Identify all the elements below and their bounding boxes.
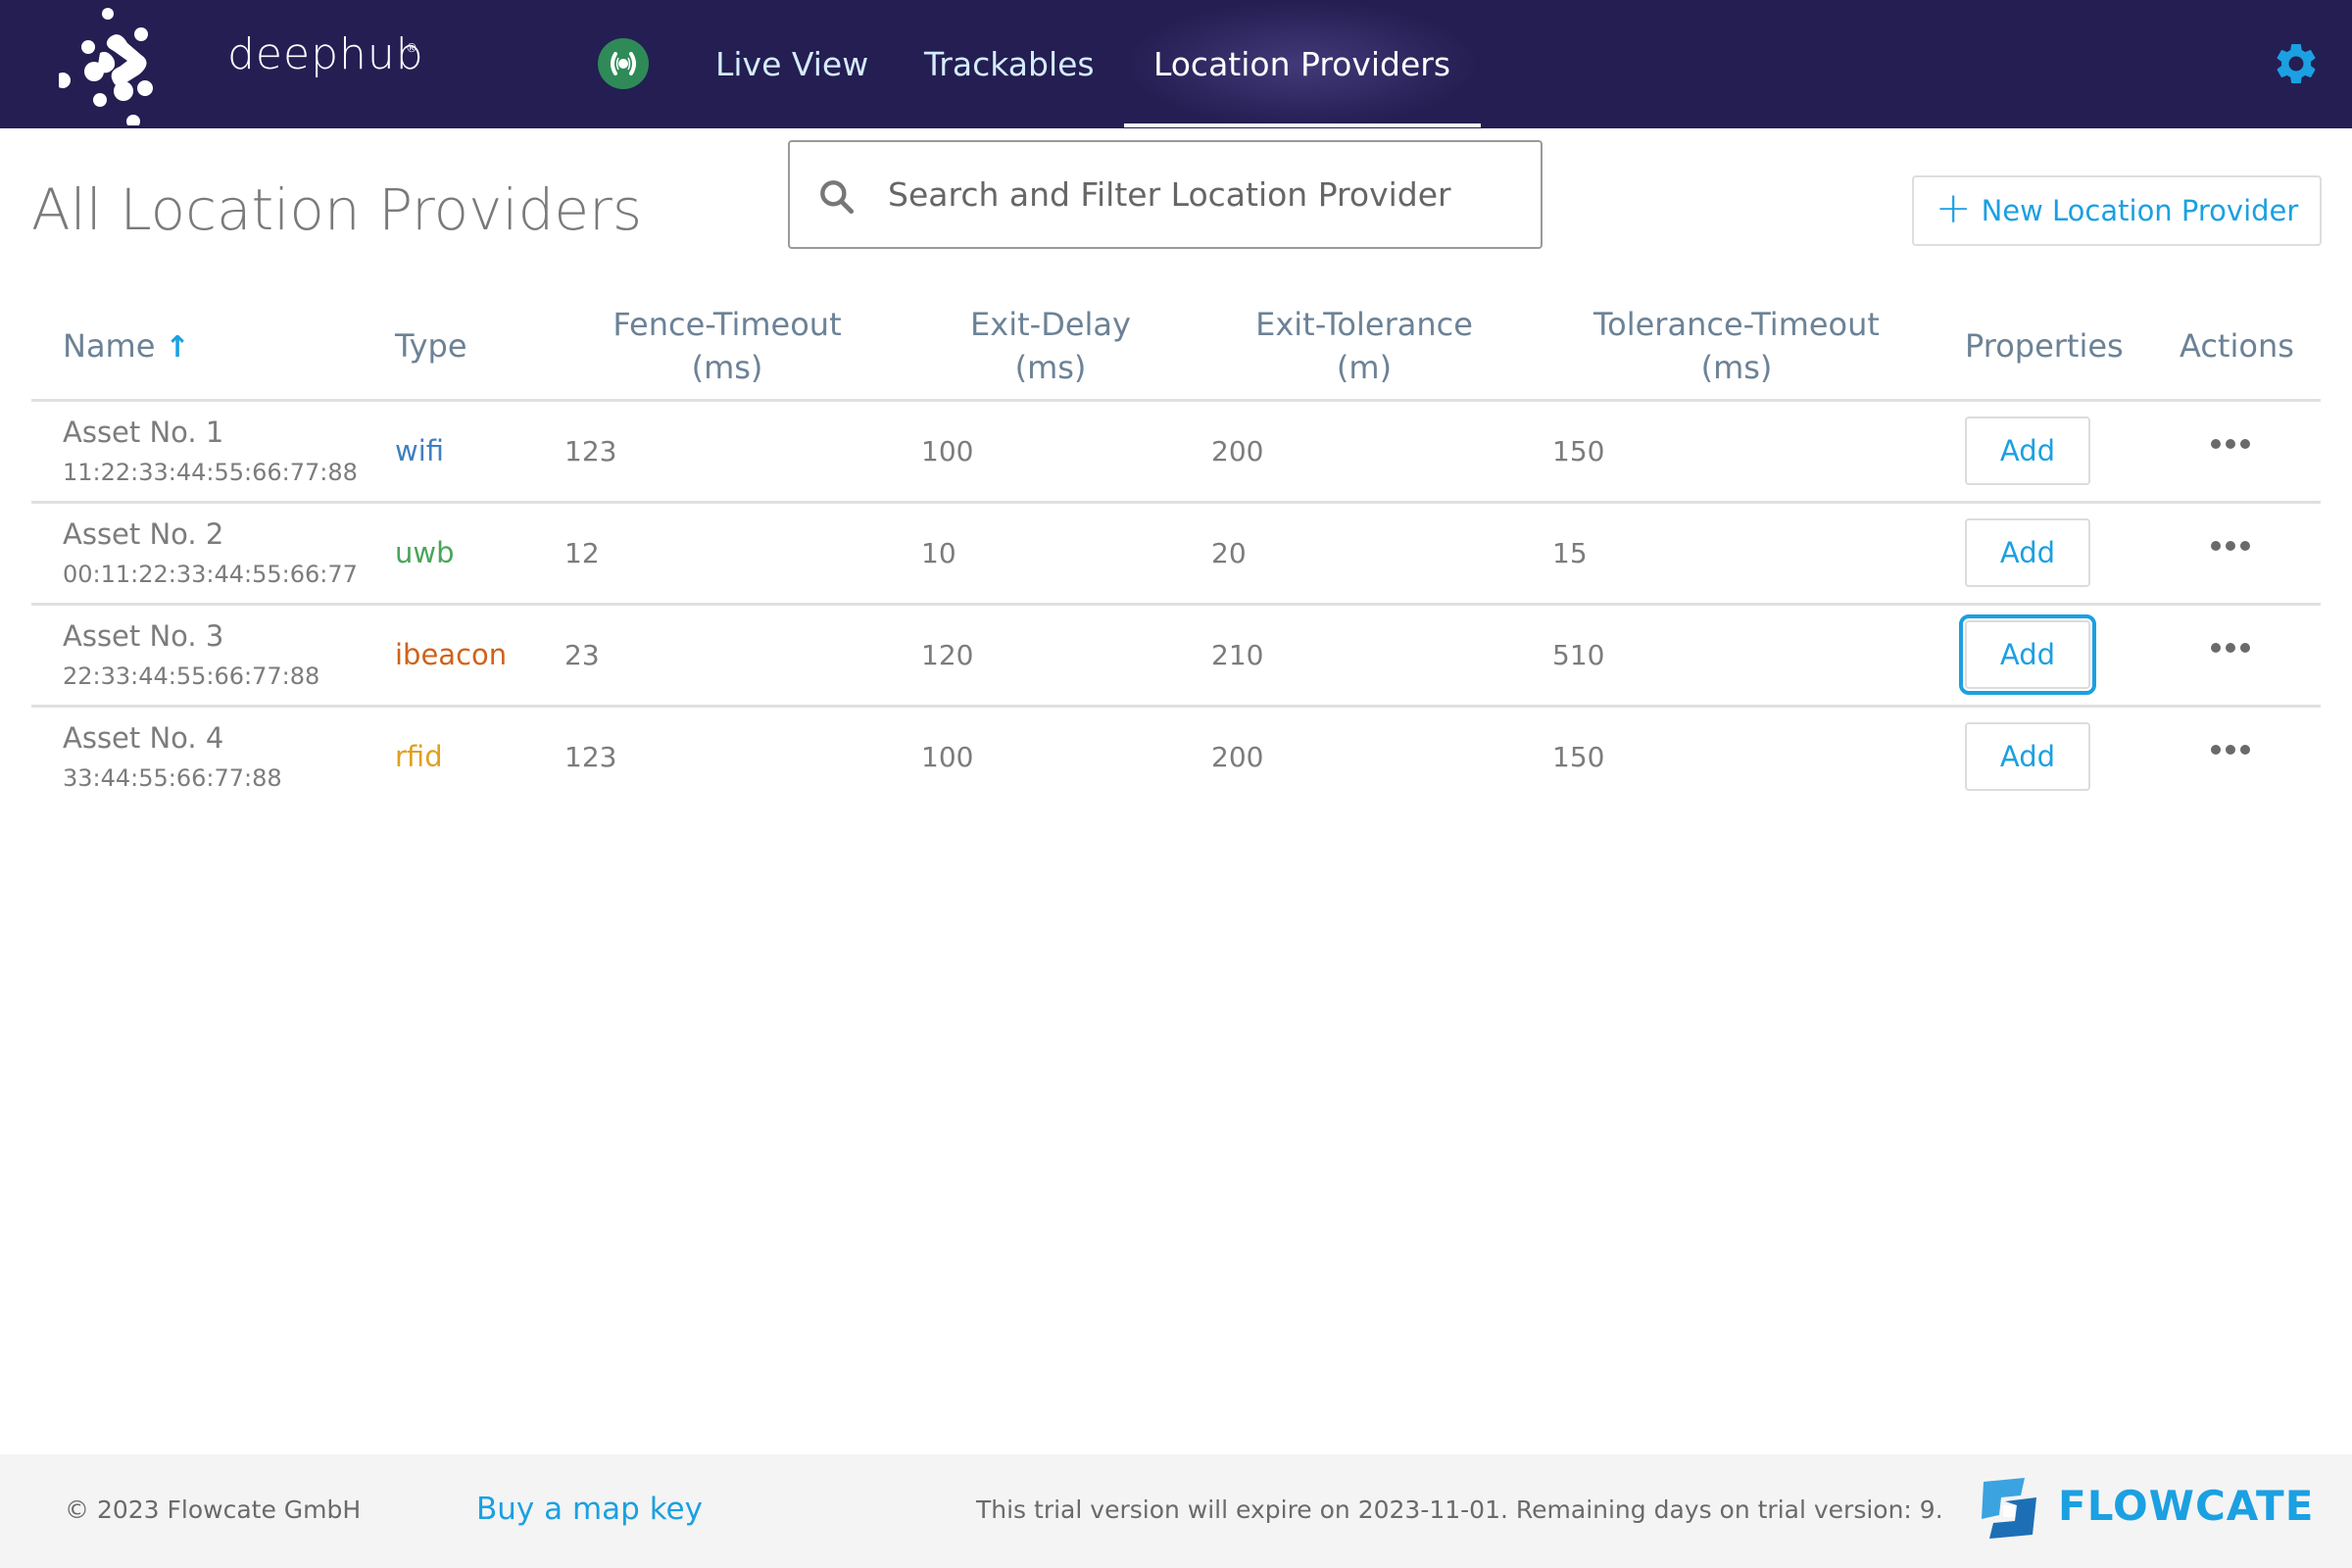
provider-type: uwb (395, 536, 455, 569)
column-header-fence-timeout[interactable]: Fence-Timeout (ms) (561, 303, 894, 389)
table-row[interactable]: Asset No. 3 22:33:44:55:66:77:88 ibeacon 23… (31, 606, 2321, 708)
deephub-logo[interactable]: deephub ® (55, 4, 423, 128)
tolerance-timeout-unit: (ms) (1700, 349, 1773, 386)
column-header-properties: Properties (1965, 327, 2124, 365)
plus-icon: + (1935, 183, 1972, 233)
add-properties-button[interactable]: Add (1959, 614, 2096, 695)
location-providers-table: Name ↑ Type Fence-Timeout (ms) Exit-Delay… (31, 294, 2321, 809)
column-header-actions: Actions (2180, 327, 2294, 365)
top-nav-bar: deephub ® Live View Trackables Location … (0, 0, 2352, 128)
nav-location-providers[interactable]: Location Providers (1123, 0, 1481, 128)
column-header-exit-tolerance[interactable]: Exit-Tolerance (m) (1188, 303, 1541, 389)
tolerance-timeout-value: 150 (1552, 741, 1605, 773)
exit-delay-value: 100 (921, 741, 974, 773)
fence-timeout-value: 123 (564, 435, 617, 467)
copyright-text: © 2023 Flowcate GmbH (65, 1495, 362, 1524)
trial-notice: This trial version will expire on 2023-1… (976, 1495, 1943, 1524)
search-icon (820, 180, 855, 215)
more-actions-icon[interactable] (2207, 431, 2254, 457)
fence-timeout-value: 123 (564, 741, 617, 773)
provider-id: 00:11:22:33:44:55:66:77 (63, 561, 358, 588)
footer: © 2023 Flowcate GmbH Buy a map key This … (0, 1454, 2352, 1568)
search-box[interactable] (788, 140, 1543, 249)
provider-type: ibeacon (395, 638, 508, 671)
exit-tolerance-value: 210 (1211, 639, 1264, 671)
nav-trackables[interactable]: Trackables (924, 0, 1095, 128)
exit-tolerance-value: 200 (1211, 435, 1264, 467)
add-properties-button[interactable]: Add (1965, 722, 2090, 791)
fence-timeout-label: Fence-Timeout (612, 306, 842, 343)
sort-ascending-icon: ↑ (165, 330, 190, 365)
exit-tolerance-value: 20 (1211, 537, 1247, 569)
exit-delay-value: 120 (921, 639, 974, 671)
tolerance-timeout-label: Tolerance-Timeout (1593, 306, 1880, 343)
provider-type: wifi (395, 434, 445, 467)
exit-tolerance-value: 200 (1211, 741, 1264, 773)
column-header-type[interactable]: Type (395, 324, 467, 368)
broadcast-icon[interactable] (598, 38, 649, 89)
app: deephub ® Live View Trackables Location … (0, 0, 2352, 1568)
buy-map-key-link[interactable]: Buy a map key (476, 1492, 703, 1527)
add-properties-button[interactable]: Add (1965, 416, 2090, 485)
more-actions-icon[interactable] (2207, 533, 2254, 559)
registered-mark: ® (406, 41, 417, 55)
exit-delay-value: 100 (921, 435, 974, 467)
table-row[interactable]: Asset No. 2 00:11:22:33:44:55:66:77 uwb 12 1… (31, 504, 2321, 606)
provider-name: Asset No. 4 (63, 721, 224, 755)
fence-timeout-unit: (ms) (691, 349, 763, 386)
exit-delay-value: 10 (921, 537, 956, 569)
provider-id: 33:44:55:66:77:88 (63, 764, 282, 792)
table-row[interactable]: Asset No. 1 11:22:33:44:55:66:77:88 wifi 12… (31, 402, 2321, 504)
exit-tolerance-unit: (m) (1336, 349, 1393, 386)
gear-icon[interactable] (2272, 39, 2321, 88)
search-input[interactable] (888, 142, 1525, 247)
exit-delay-label: Exit-Delay (970, 306, 1131, 343)
provider-id: 22:33:44:55:66:77:88 (63, 662, 320, 690)
provider-id: 11:22:33:44:55:66:77:88 (63, 459, 358, 486)
provider-name: Asset No. 1 (63, 416, 224, 449)
nav-live-view[interactable]: Live View (715, 0, 868, 128)
tolerance-timeout-value: 510 (1552, 639, 1605, 671)
table-header: Name ↑ Type Fence-Timeout (ms) Exit-Delay… (31, 294, 2321, 402)
fence-timeout-value: 23 (564, 639, 600, 671)
new-location-provider-label: New Location Provider (1981, 194, 2299, 227)
exit-delay-unit: (ms) (1014, 349, 1087, 386)
deephub-logo-icon (55, 8, 153, 128)
more-actions-icon[interactable] (2207, 635, 2254, 661)
add-properties-button[interactable]: Add (1965, 518, 2090, 587)
column-header-tolerance-timeout[interactable]: Tolerance-Timeout (ms) (1541, 303, 1933, 389)
column-header-name[interactable]: Name ↑ (63, 324, 190, 369)
column-name-label: Name (63, 327, 156, 365)
active-tab-indicator (1124, 123, 1481, 127)
provider-name: Asset No. 2 (63, 517, 224, 551)
tolerance-timeout-value: 150 (1552, 435, 1605, 467)
table-body: Asset No. 1 11:22:33:44:55:66:77:88 wifi 12… (31, 402, 2321, 809)
flowcate-logo-icon (1982, 1478, 2036, 1539)
fence-timeout-value: 12 (564, 537, 600, 569)
exit-tolerance-label: Exit-Tolerance (1255, 306, 1473, 343)
new-location-provider-button[interactable]: + New Location Provider (1912, 175, 2322, 246)
brand-name: deephub (227, 29, 424, 79)
page-title: All Location Providers (31, 176, 643, 243)
provider-name: Asset No. 3 (63, 619, 224, 653)
table-row[interactable]: Asset No. 4 33:44:55:66:77:88 rfid 123 100 20… (31, 708, 2321, 809)
column-header-exit-delay[interactable]: Exit-Delay (ms) (894, 303, 1207, 389)
more-actions-icon[interactable] (2207, 737, 2254, 762)
flowcate-brand[interactable]: FLOWCATE (2058, 1482, 2314, 1530)
provider-type: rfid (395, 740, 443, 773)
tolerance-timeout-value: 15 (1552, 537, 1588, 569)
